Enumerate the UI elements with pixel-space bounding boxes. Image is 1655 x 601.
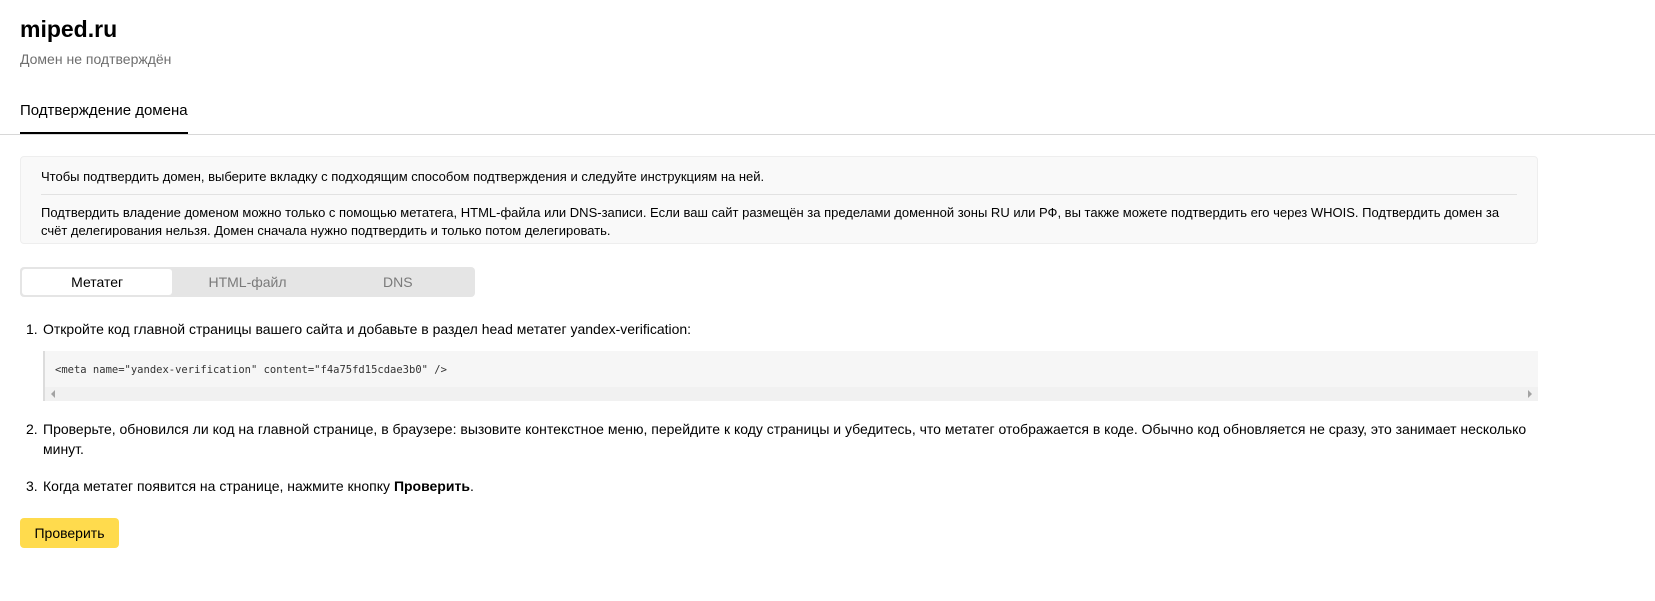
meta-code-block[interactable]: <meta name="yandex-verification" content… (43, 351, 1538, 401)
page: miped.ru Домен не подтверждён Подтвержде… (0, 0, 1655, 601)
step-3: 3. Когда метатег появится на странице, н… (26, 476, 1538, 496)
step-text: Когда метатег появится на странице, нажм… (43, 476, 1538, 496)
step-1: 1. Откройте код главной страницы вашего … (26, 319, 1538, 339)
check-button[interactable]: Проверить (20, 518, 119, 548)
method-tab-dns[interactable]: DNS (323, 269, 473, 295)
method-tab-html-file[interactable]: HTML-файл (172, 269, 322, 295)
step-text: Проверьте, обновился ли код на главной с… (43, 421, 1527, 457)
method-tab-metatag[interactable]: Метатег (22, 269, 173, 295)
step-2: 2. Проверьте, обновился ли код на главно… (26, 419, 1538, 459)
step-number: 1. (26, 321, 38, 337)
step-text-bold: Проверить (393, 478, 470, 494)
step-text: Откройте код главной страницы вашего сай… (43, 321, 692, 337)
domain-status: Домен не подтверждён (20, 51, 172, 67)
info-box: Чтобы подтвердить домен, выберите вкладк… (20, 156, 1538, 244)
scroll-right-icon[interactable] (1528, 390, 1532, 398)
tabs-bar: Подтверждение домена (0, 96, 1655, 135)
step-number: 2. (26, 421, 38, 437)
page-header: miped.ru Домен не подтверждён (20, 15, 171, 68)
info-text-choose-method: Чтобы подтвердить домен, выберите вкладк… (41, 157, 1517, 195)
tab-domain-verification[interactable]: Подтверждение домена (20, 96, 188, 134)
meta-code-text[interactable]: <meta name="yandex-verification" content… (55, 360, 447, 380)
verification-method-switch: Метатег HTML-файл DNS (20, 267, 475, 297)
step-text-part: . (469, 478, 474, 494)
instruction-steps: 1. Откройте код главной страницы вашего … (26, 319, 1538, 496)
step-text-part: Когда метатег появится на странице, нажм… (43, 478, 394, 494)
scroll-left-icon[interactable] (51, 390, 55, 398)
domain-title: miped.ru (20, 16, 118, 42)
horizontal-scrollbar[interactable] (45, 387, 1538, 401)
info-text-restrictions: Подтвердить владение доменом можно тольк… (41, 205, 1500, 238)
step-number: 3. (26, 478, 38, 494)
